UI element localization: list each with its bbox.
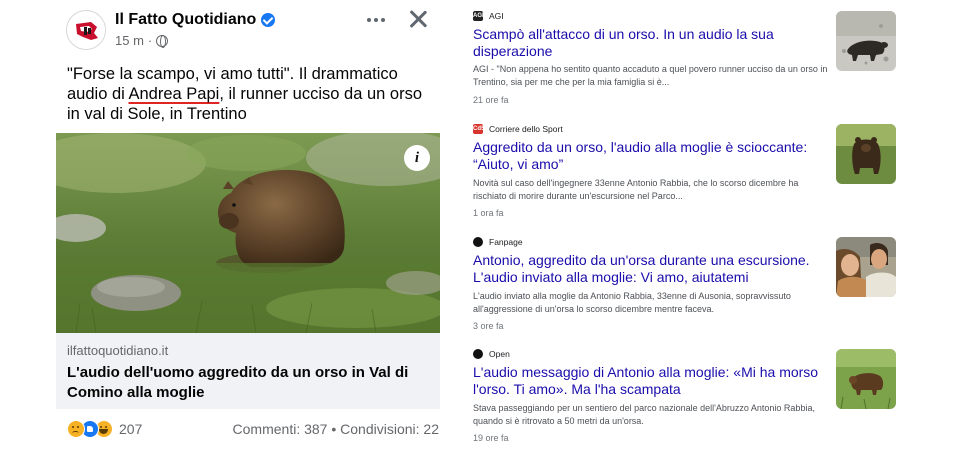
news-title[interactable]: L'audio messaggio di Antonio alla moglie…	[473, 364, 833, 397]
page-name[interactable]: Il Fatto Quotidiano	[115, 11, 256, 29]
facebook-post: Il Fatto Quotidiano 15 m · "Forse la sca…	[56, 0, 440, 450]
news-source-name: AGI	[489, 11, 504, 21]
meta-separator: ·	[147, 33, 153, 48]
open-logo-icon	[473, 349, 483, 359]
bear-in-meadow-image	[56, 133, 440, 333]
news-source-name: Open	[489, 349, 510, 359]
bear-thumbnail-image	[836, 11, 896, 71]
fatto-quotidiano-logo-icon	[68, 12, 105, 49]
couple-photo-thumbnail-image	[836, 237, 896, 297]
more-options-icon[interactable]	[364, 10, 388, 30]
post-meta: 15 m ·	[115, 33, 169, 48]
link-domain: ilfattoquotidiano.it	[67, 343, 169, 358]
news-snippet: L'audio inviato alla moglie da Antonio R…	[473, 291, 791, 314]
page-avatar[interactable]	[66, 10, 106, 50]
reactions-summary[interactable]: 207	[67, 420, 142, 438]
news-time: 21 ore fa	[473, 95, 509, 105]
page-name-row: Il Fatto Quotidiano	[115, 11, 276, 29]
news-thumbnail[interactable]	[836, 124, 896, 184]
news-source: Open	[473, 349, 510, 359]
bear-thumbnail-image	[836, 124, 896, 184]
news-title[interactable]: Aggredito da un orso, l'audio alla mogli…	[473, 139, 833, 172]
post-image[interactable]: i	[56, 133, 440, 333]
news-time: 19 ore fa	[473, 433, 509, 443]
sad-reaction-icon	[67, 420, 85, 438]
news-source: Fanpage	[473, 237, 523, 247]
post-text-name: Andrea Papi	[128, 85, 220, 103]
fanpage-logo-icon	[473, 237, 483, 247]
stats-separator: •	[331, 421, 337, 437]
news-snippet: AGI - "Non appena ho sentito quanto acca…	[473, 64, 828, 87]
post-text: "Forse la scampo, vi amo tutti". Il dram…	[67, 64, 439, 124]
news-snippet: Novità sul caso dell'ingegnere 33enne An…	[473, 178, 799, 201]
corriere-dello-sport-logo-icon: CdS	[473, 124, 485, 134]
link-title: L'audio dell'uomo aggredito da un orso i…	[67, 364, 409, 401]
news-thumbnail[interactable]	[836, 237, 896, 297]
news-snippet: Stava passeggiando per un sentiero del p…	[473, 403, 815, 426]
news-thumbnail[interactable]	[836, 349, 896, 409]
news-source: CdS Corriere dello Sport	[473, 124, 563, 134]
news-time: 3 ore fa	[473, 321, 504, 331]
reactions-count: 207	[119, 421, 143, 437]
link-preview[interactable]: ilfattoquotidiano.it L'audio dell'uomo a…	[56, 333, 440, 409]
info-icon[interactable]: i	[404, 145, 430, 171]
news-thumbnail[interactable]	[836, 11, 896, 71]
verified-badge-icon	[261, 13, 276, 27]
news-title[interactable]: Scampò all'attacco di un orso. In un aud…	[473, 26, 833, 59]
post-header: Il Fatto Quotidiano 15 m ·	[66, 9, 436, 53]
post-time[interactable]: 15 m	[115, 33, 144, 48]
agi-logo-icon: AGI	[473, 11, 484, 21]
post-footer: 207 Commenti: 387 • Condivisioni: 22	[67, 418, 439, 442]
news-results: AGI AGI Scampò all'attacco di un orso. I…	[468, 0, 908, 450]
shares-count[interactable]: Condivisioni: 22	[340, 421, 439, 437]
post-stats: Commenti: 387 • Condivisioni: 22	[233, 421, 439, 437]
news-time: 1 ora fa	[473, 208, 504, 218]
news-source-name: Corriere dello Sport	[489, 124, 563, 134]
news-source-name: Fanpage	[489, 237, 523, 247]
globe-icon	[156, 34, 169, 48]
close-icon[interactable]	[408, 9, 428, 29]
bear-thumbnail-image	[836, 349, 896, 409]
comments-count[interactable]: Commenti: 387	[233, 421, 328, 437]
news-source: AGI AGI	[473, 11, 504, 21]
news-title[interactable]: Antonio, aggredito da un'orsa durante un…	[473, 252, 833, 285]
